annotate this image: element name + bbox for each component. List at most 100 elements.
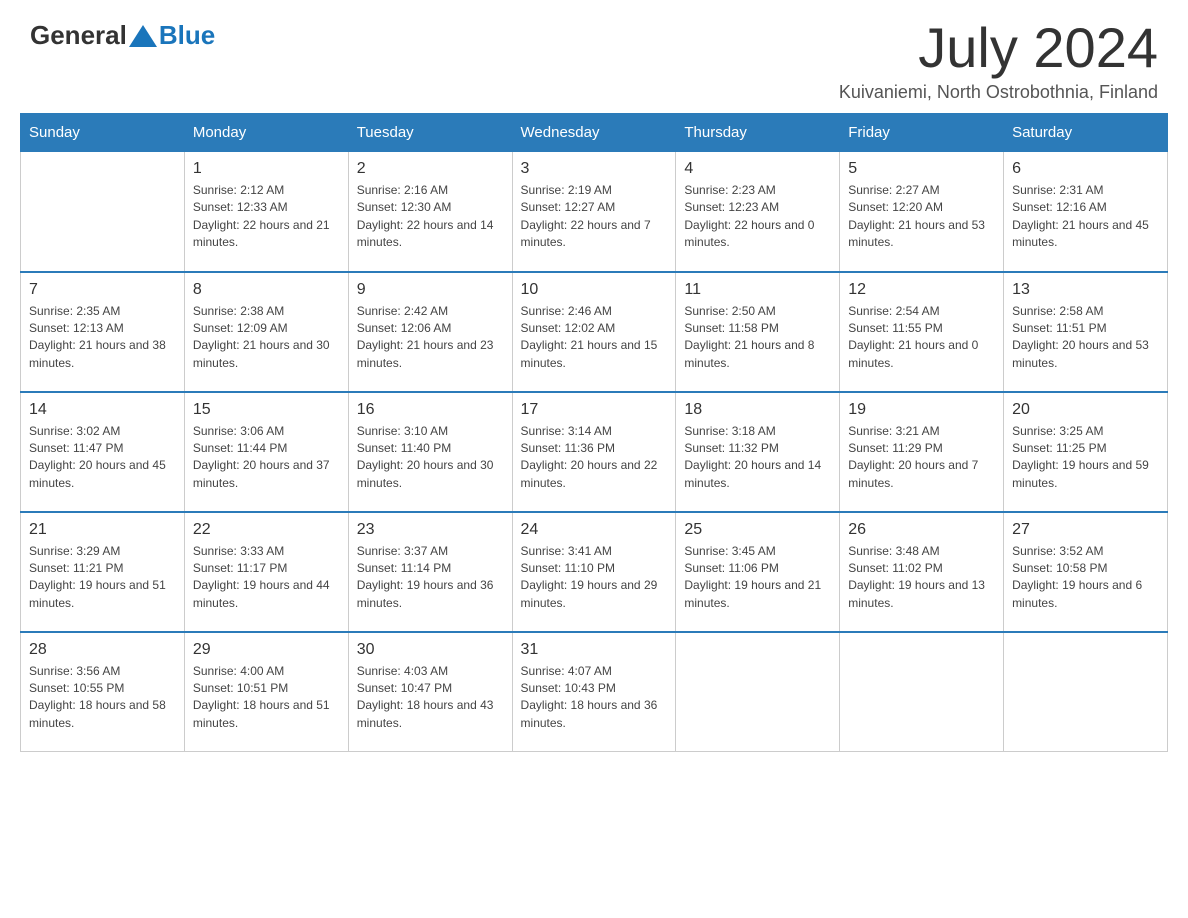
day-of-week-header: Saturday: [1004, 114, 1168, 152]
day-number: 31: [521, 641, 668, 659]
day-number: 8: [193, 281, 340, 299]
calendar-cell: 31 Sunrise: 4:07 AMSunset: 10:43 PMDaylig…: [512, 632, 676, 752]
sun-info: Sunrise: 3:14 AMSunset: 11:36 PMDaylight…: [521, 423, 668, 493]
day-number: 10: [521, 281, 668, 299]
calendar-cell: 5Sunrise: 2:27 AMSunset: 12:20 AMDayligh…: [840, 152, 1004, 272]
logo-general-text: General: [30, 20, 127, 51]
sun-info: Sunrise: 2:35 AMSunset: 12:13 AMDaylight…: [29, 303, 176, 373]
calendar-cell: 13 Sunrise: 2:58 AMSunset: 11:51 PMDaylig…: [1004, 272, 1168, 392]
sun-info: Sunrise: 3:37 AMSunset: 11:14 PMDaylight…: [357, 543, 504, 613]
day-number: 12: [848, 281, 995, 299]
calendar-cell: [676, 632, 840, 752]
sun-info: Sunrise: 4:00 AMSunset: 10:51 PMDaylight…: [193, 663, 340, 733]
month-year-title: July 2024: [839, 20, 1158, 76]
day-of-week-header: Sunday: [21, 114, 185, 152]
day-number: 14: [29, 401, 176, 419]
calendar-cell: 26 Sunrise: 3:48 AMSunset: 11:02 PMDaylig…: [840, 512, 1004, 632]
day-number: 18: [684, 401, 831, 419]
day-number: 27: [1012, 521, 1159, 539]
calendar-week-row: 28 Sunrise: 3:56 AMSunset: 10:55 PMDaylig…: [21, 632, 1168, 752]
calendar-week-row: 1 Sunrise: 2:12 AMSunset: 12:33 AMDayligh…: [21, 152, 1168, 272]
sun-info: Sunrise: 3:56 AMSunset: 10:55 PMDaylight…: [29, 663, 176, 733]
day-number: 26: [848, 521, 995, 539]
sun-info: Sunrise: 3:21 AMSunset: 11:29 PMDaylight…: [848, 423, 995, 493]
calendar-cell: 29 Sunrise: 4:00 AMSunset: 10:51 PMDaylig…: [184, 632, 348, 752]
day-number: 17: [521, 401, 668, 419]
calendar-cell: 30Sunrise: 4:03 AMSunset: 10:47 PMDaylig…: [348, 632, 512, 752]
calendar-cell: 28 Sunrise: 3:56 AMSunset: 10:55 PMDaylig…: [21, 632, 185, 752]
sun-info: Sunrise: 4:07 AMSunset: 10:43 PMDaylight…: [521, 663, 668, 733]
sun-info: Sunrise: 2:23 AMSunset: 12:23 AMDaylight…: [684, 182, 831, 252]
sun-info: Sunrise: 2:50 AMSunset: 11:58 PMDaylight…: [684, 303, 831, 373]
day-number: 7: [29, 281, 176, 299]
day-number: 6: [1012, 160, 1159, 178]
sun-info: Sunrise: 3:06 AMSunset: 11:44 PMDaylight…: [193, 423, 340, 493]
day-number: 19: [848, 401, 995, 419]
day-number: 2: [357, 160, 504, 178]
day-number: 24: [521, 521, 668, 539]
calendar-cell: 6Sunrise: 2:31 AMSunset: 12:16 AMDayligh…: [1004, 152, 1168, 272]
header-row: SundayMondayTuesdayWednesdayThursdayFrid…: [21, 114, 1168, 152]
day-number: 13: [1012, 281, 1159, 299]
day-number: 1: [193, 160, 340, 178]
day-number: 29: [193, 641, 340, 659]
calendar-cell: 23 Sunrise: 3:37 AMSunset: 11:14 PMDaylig…: [348, 512, 512, 632]
sun-info: Sunrise: 3:52 AMSunset: 10:58 PMDaylight…: [1012, 543, 1159, 613]
sun-info: Sunrise: 2:12 AMSunset: 12:33 AMDaylight…: [193, 182, 340, 252]
page-header: General Blue July 2024 Kuivaniemi, North…: [0, 0, 1188, 113]
sun-info: Sunrise: 3:48 AMSunset: 11:02 PMDaylight…: [848, 543, 995, 613]
day-number: 16: [357, 401, 504, 419]
location-subtitle: Kuivaniemi, North Ostrobothnia, Finland: [839, 82, 1158, 103]
calendar-cell: 21 Sunrise: 3:29 AMSunset: 11:21 PMDaylig…: [21, 512, 185, 632]
calendar-cell: 27 Sunrise: 3:52 AMSunset: 10:58 PMDaylig…: [1004, 512, 1168, 632]
day-of-week-header: Tuesday: [348, 114, 512, 152]
calendar-cell: 10 Sunrise: 2:46 AMSunset: 12:02 AMDaylig…: [512, 272, 676, 392]
calendar-week-row: 7 Sunrise: 2:35 AMSunset: 12:13 AMDayligh…: [21, 272, 1168, 392]
sun-info: Sunrise: 2:58 AMSunset: 11:51 PMDaylight…: [1012, 303, 1159, 373]
calendar-cell: 14 Sunrise: 3:02 AMSunset: 11:47 PMDaylig…: [21, 392, 185, 512]
calendar-cell: [1004, 632, 1168, 752]
sun-info: Sunrise: 2:46 AMSunset: 12:02 AMDaylight…: [521, 303, 668, 373]
calendar-cell: 25Sunrise: 3:45 AMSunset: 11:06 PMDaylig…: [676, 512, 840, 632]
day-number: 28: [29, 641, 176, 659]
calendar-cell: 18 Sunrise: 3:18 AMSunset: 11:32 PMDaylig…: [676, 392, 840, 512]
sun-info: Sunrise: 2:27 AMSunset: 12:20 AMDaylight…: [848, 182, 995, 252]
sun-info: Sunrise: 2:19 AMSunset: 12:27 AMDaylight…: [521, 182, 668, 252]
day-number: 3: [521, 160, 668, 178]
day-of-week-header: Wednesday: [512, 114, 676, 152]
sun-info: Sunrise: 2:54 AMSunset: 11:55 PMDaylight…: [848, 303, 995, 373]
calendar-cell: 1 Sunrise: 2:12 AMSunset: 12:33 AMDayligh…: [184, 152, 348, 272]
calendar-cell: 7 Sunrise: 2:35 AMSunset: 12:13 AMDayligh…: [21, 272, 185, 392]
calendar-header: SundayMondayTuesdayWednesdayThursdayFrid…: [21, 114, 1168, 152]
sun-info: Sunrise: 3:45 AMSunset: 11:06 PMDaylight…: [684, 543, 831, 613]
sun-info: Sunrise: 3:18 AMSunset: 11:32 PMDaylight…: [684, 423, 831, 493]
sun-info: Sunrise: 2:16 AMSunset: 12:30 AMDaylight…: [357, 182, 504, 252]
logo-triangle-icon: [129, 25, 157, 47]
title-section: July 2024 Kuivaniemi, North Ostrobothnia…: [839, 20, 1158, 103]
calendar-cell: 9Sunrise: 2:42 AMSunset: 12:06 AMDayligh…: [348, 272, 512, 392]
calendar-cell: 24Sunrise: 3:41 AMSunset: 11:10 PMDaylig…: [512, 512, 676, 632]
calendar-cell: 3 Sunrise: 2:19 AMSunset: 12:27 AMDayligh…: [512, 152, 676, 272]
sun-info: Sunrise: 3:33 AMSunset: 11:17 PMDaylight…: [193, 543, 340, 613]
sun-info: Sunrise: 2:42 AMSunset: 12:06 AMDaylight…: [357, 303, 504, 373]
calendar-cell: 4 Sunrise: 2:23 AMSunset: 12:23 AMDayligh…: [676, 152, 840, 272]
sun-info: Sunrise: 3:25 AMSunset: 11:25 PMDaylight…: [1012, 423, 1159, 493]
calendar-cell: 8Sunrise: 2:38 AMSunset: 12:09 AMDayligh…: [184, 272, 348, 392]
calendar-cell: 11 Sunrise: 2:50 AMSunset: 11:58 PMDaylig…: [676, 272, 840, 392]
calendar-week-row: 21 Sunrise: 3:29 AMSunset: 11:21 PMDaylig…: [21, 512, 1168, 632]
day-number: 30: [357, 641, 504, 659]
calendar-cell: 22Sunrise: 3:33 AMSunset: 11:17 PMDaylig…: [184, 512, 348, 632]
sun-info: Sunrise: 3:29 AMSunset: 11:21 PMDaylight…: [29, 543, 176, 613]
day-number: 4: [684, 160, 831, 178]
day-of-week-header: Monday: [184, 114, 348, 152]
calendar-cell: 17 Sunrise: 3:14 AMSunset: 11:36 PMDaylig…: [512, 392, 676, 512]
day-number: 21: [29, 521, 176, 539]
day-number: 11: [684, 281, 831, 299]
day-number: 23: [357, 521, 504, 539]
calendar-table: SundayMondayTuesdayWednesdayThursdayFrid…: [20, 113, 1168, 752]
logo-blue-text: Blue: [159, 20, 215, 51]
calendar-cell: 19 Sunrise: 3:21 AMSunset: 11:29 PMDaylig…: [840, 392, 1004, 512]
calendar-week-row: 14 Sunrise: 3:02 AMSunset: 11:47 PMDaylig…: [21, 392, 1168, 512]
sun-info: Sunrise: 3:02 AMSunset: 11:47 PMDaylight…: [29, 423, 176, 493]
logo: General Blue: [30, 20, 215, 51]
